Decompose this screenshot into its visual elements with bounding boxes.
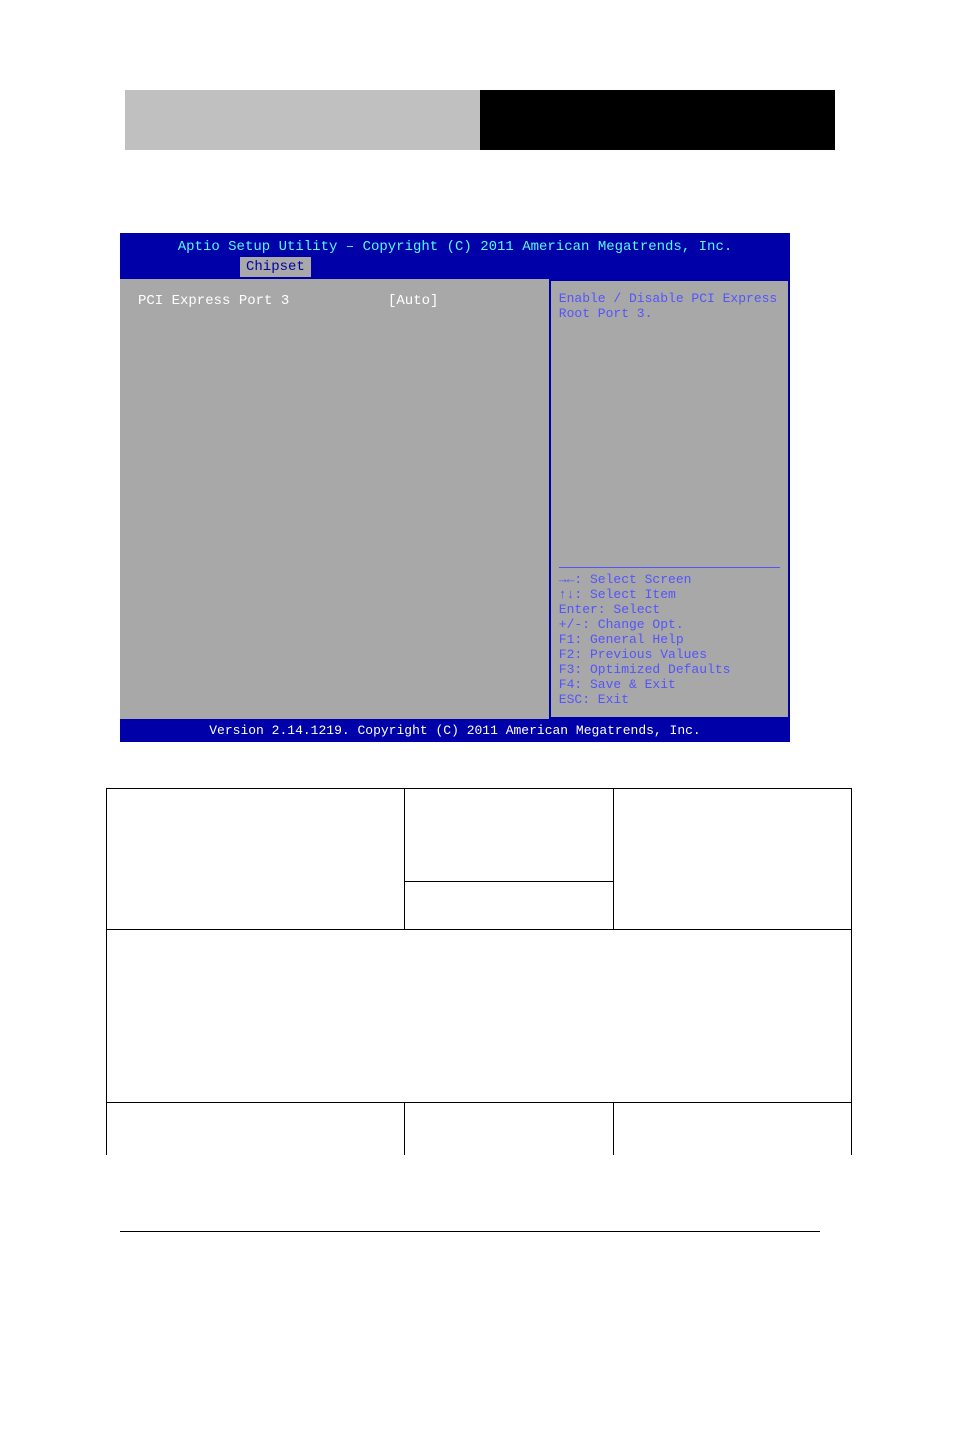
setting-row-pci-express-port-3[interactable]: PCI Express Port 3 [Auto] (138, 293, 539, 309)
bios-body: PCI Express Port 3 [Auto] Enable / Disab… (120, 279, 790, 719)
hint-optimized-defaults: F3: Optimized Defaults (559, 662, 780, 677)
hint-select-screen: →←: Select Screen (559, 572, 780, 587)
bios-help-text: Enable / Disable PCI Express Root Port 3… (559, 291, 780, 321)
table-row (107, 1103, 852, 1156)
bios-title: Aptio Setup Utility – Copyright (C) 2011… (120, 233, 790, 255)
hint-enter: Enter: Select (559, 602, 780, 617)
hint-select-item: ↑↓: Select Item (559, 587, 780, 602)
bios-help-panel: Enable / Disable PCI Express Root Port 3… (549, 279, 790, 719)
bios-footer: Version 2.14.1219. Copyright (C) 2011 Am… (120, 719, 790, 742)
options-table (106, 788, 852, 1155)
header-right-block (480, 90, 835, 150)
table-row (107, 789, 852, 882)
table-cell (613, 1103, 851, 1156)
bios-setup-screen: Aptio Setup Utility – Copyright (C) 2011… (120, 233, 790, 736)
hint-save-exit: F4: Save & Exit (559, 677, 780, 692)
table-cell (107, 1103, 405, 1156)
help-divider (559, 567, 780, 568)
hint-esc: ESC: Exit (559, 692, 780, 707)
table-cell (405, 789, 614, 882)
table-cell (613, 789, 851, 930)
header-left-block (125, 90, 480, 150)
footer-rule (120, 1231, 820, 1232)
table-row (107, 930, 852, 1103)
bios-settings-panel: PCI Express Port 3 [Auto] (120, 279, 549, 719)
tab-chipset[interactable]: Chipset (240, 257, 311, 277)
hint-change-opt: +/-: Change Opt. (559, 617, 780, 632)
page-header-bar (125, 90, 835, 150)
hint-previous-values: F2: Previous Values (559, 647, 780, 662)
table-cell (405, 1103, 614, 1156)
bios-tab-bar: Chipset (120, 257, 790, 277)
setting-value[interactable]: [Auto] (388, 293, 438, 309)
bios-key-hints: →←: Select Screen ↑↓: Select Item Enter:… (559, 563, 780, 707)
table-cell (405, 882, 614, 930)
hint-general-help: F1: General Help (559, 632, 780, 647)
setting-label: PCI Express Port 3 (138, 293, 388, 309)
table-cell (107, 789, 405, 930)
table-cell-wide (107, 930, 852, 1103)
